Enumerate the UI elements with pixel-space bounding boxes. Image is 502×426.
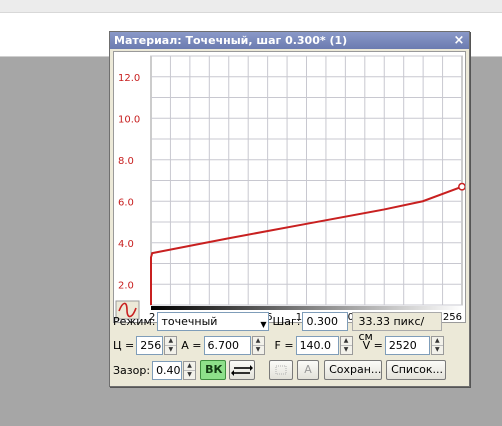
mode-label: Режим: (113, 314, 156, 328)
y-tick-label: 12.0 (118, 73, 140, 84)
dialog-titlebar[interactable]: Материал: Точечный, шаг 0.300* (1) × (110, 32, 469, 49)
c-input[interactable]: 256 (136, 335, 164, 355)
row-mode: Режим: точечный ▼ Шаг: 0.300 33.33 пикс/… (113, 310, 443, 343)
scale-readout: 33.33 пикс/см (352, 311, 443, 343)
spin-up-icon[interactable]: ▲ (253, 337, 264, 345)
spin-down-icon[interactable]: ▼ (340, 344, 352, 354)
x-tick-label: 256 (443, 312, 462, 322)
vk-button[interactable]: ВК (200, 360, 227, 380)
close-icon[interactable]: × (453, 32, 465, 49)
v-input[interactable]: 2520 (384, 335, 430, 355)
direction-button[interactable] (229, 360, 256, 380)
y-tick-label: 6.0 (118, 197, 134, 208)
gap-label: Зазор: (113, 363, 151, 377)
v-stepper[interactable]: ▲ ▼ (430, 335, 444, 355)
a-button[interactable]: A (297, 360, 320, 380)
dots-pattern-icon (275, 365, 287, 375)
c-stepper[interactable]: ▲ ▼ (164, 335, 178, 355)
a-label: A = (181, 338, 202, 352)
material-dialog: Материал: Точечный, шаг 0.300* (1) × 2.0… (109, 31, 470, 387)
fill-pattern-button[interactable] (269, 360, 294, 380)
spin-down-icon[interactable]: ▼ (252, 344, 264, 354)
f-stepper[interactable]: ▲ ▼ (339, 335, 353, 355)
chevron-down-icon: ▼ (260, 319, 267, 329)
f-label: F = (274, 338, 294, 352)
row-gap: Зазор: 0.40 ▲ ▼ ВК A Сохран... Список... (113, 359, 447, 381)
spin-up-icon[interactable]: ▲ (184, 362, 195, 370)
gap-stepper[interactable]: ▲ ▼ (183, 360, 197, 380)
mode-select[interactable]: точечный ▼ (157, 311, 270, 331)
spin-up-icon[interactable]: ▲ (341, 337, 352, 345)
background-toolbar (0, 0, 502, 13)
f-input[interactable]: 140.0 (295, 335, 339, 355)
spin-up-icon[interactable]: ▲ (165, 337, 176, 345)
dialog-title: Материал: Точечный, шаг 0.300* (1) (114, 34, 348, 47)
end-point-marker (458, 182, 465, 191)
c-label: Ц = (113, 338, 135, 352)
spin-down-icon[interactable]: ▼ (431, 344, 443, 354)
gap-input[interactable]: 0.40 (152, 360, 183, 380)
swap-arrows-icon (231, 365, 254, 376)
y-tick-label: 2.0 (118, 280, 134, 291)
a-input[interactable]: 6.700 (203, 335, 251, 355)
y-tick-label: 10.0 (118, 114, 140, 125)
row-params: Ц = 256 ▲ ▼ A = 6.700 ▲ ▼ F = 140.0 ▲ ▼ V =… (113, 334, 444, 356)
y-tick-label: 4.0 (118, 239, 134, 250)
save-button[interactable]: Сохран... (324, 360, 383, 380)
chart-svg: 2.04.06.08.010.012.023264961281601922242… (115, 55, 465, 322)
list-button[interactable]: Список... (386, 360, 447, 380)
spin-down-icon[interactable]: ▼ (184, 369, 196, 379)
a-stepper[interactable]: ▲ ▼ (251, 335, 265, 355)
spin-down-icon[interactable]: ▼ (165, 344, 177, 354)
spin-up-icon[interactable]: ▲ (432, 337, 443, 345)
y-tick-label: 8.0 (118, 156, 134, 167)
material-chart[interactable]: 2.04.06.08.010.012.023264961281601922242… (113, 51, 466, 323)
step-label: Шаг: (272, 314, 301, 328)
v-label: V = (362, 338, 383, 352)
mode-value: точечный (161, 314, 218, 328)
step-input[interactable]: 0.300 (302, 311, 349, 331)
